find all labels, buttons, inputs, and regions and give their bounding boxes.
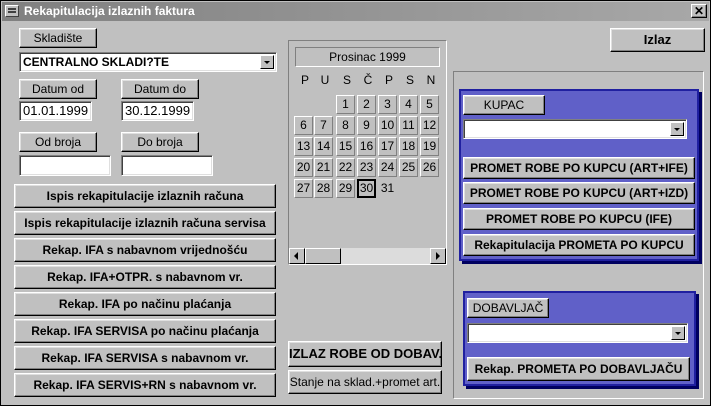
datum-od-input[interactable]: 01.01.1999	[19, 101, 92, 121]
calendar-day[interactable]: 31	[378, 179, 397, 198]
promet-kupac-art-ife-button[interactable]: PROMET ROBE PO KUPCU (ART+IFE)	[463, 157, 695, 179]
calendar-day[interactable]: 29	[336, 179, 355, 198]
chevron-down-icon[interactable]	[671, 326, 685, 340]
weekday-label: N	[426, 73, 436, 87]
window-menu-icon[interactable]	[5, 5, 19, 17]
dobavljac-panel: DOBAVLJAČ Rekap. PROMETA PO DOBAVLJAČU	[463, 291, 696, 386]
weekday-label: U	[320, 73, 330, 87]
calendar-day[interactable]: 27	[294, 179, 313, 198]
window-title: Rekapitulacija izlaznih faktura	[24, 4, 195, 18]
rekap-ifa-servis-rn-button[interactable]: Rekap. IFA SERVIS+RN s nabavnom vr.	[14, 373, 276, 397]
rekap-ifa-placanje-button[interactable]: Rekap. IFA po načinu plaćanja	[14, 292, 276, 316]
calendar-day[interactable]: 20	[294, 158, 313, 177]
od-broja-input[interactable]	[19, 155, 111, 176]
rekap-ifa-servisa-placanje-button[interactable]: Rekap. IFA SERVISA po načinu plaćanja	[14, 319, 276, 343]
calendar-day[interactable]: 3	[378, 95, 397, 114]
calendar-day-selected[interactable]: 30	[357, 179, 376, 198]
calendar-day[interactable]: 10	[378, 116, 397, 135]
calendar-day[interactable]: 12	[420, 116, 439, 135]
calendar-day[interactable]: 14	[314, 137, 333, 156]
izlaz-button[interactable]: Izlaz	[610, 28, 705, 52]
calendar-day[interactable]: 28	[314, 179, 333, 198]
calendar-day[interactable]: 7	[314, 116, 333, 135]
calendar-day[interactable]: 13	[294, 137, 313, 156]
weekday-label: S	[342, 73, 351, 87]
calendar-day[interactable]: 26	[420, 158, 439, 177]
weekday-label: S	[405, 73, 414, 87]
chevron-down-icon[interactable]	[670, 122, 684, 136]
calendar-day[interactable]: 19	[420, 137, 439, 156]
rekap-ifa-servisa-nabavna-button[interactable]: Rekap. IFA SERVISA s nabavnom vr.	[14, 346, 276, 370]
calendar-day[interactable]: 4	[399, 95, 418, 114]
datum-od-button[interactable]: Datum od	[19, 79, 97, 99]
calendar-day[interactable]: 22	[336, 158, 355, 177]
calendar-day[interactable]: 16	[357, 137, 376, 156]
rekap-prometa-dobavljac-button[interactable]: Rekap. PROMETA PO DOBAVLJAČU	[467, 357, 690, 381]
calendar-day[interactable]: 25	[399, 158, 418, 177]
do-broja-button[interactable]: Do broja	[121, 132, 199, 152]
kupac-button[interactable]: KUPAC	[463, 95, 545, 115]
title-bar: Rekapitulacija izlaznih faktura ✕	[2, 2, 709, 21]
calendar-day[interactable]: 15	[336, 137, 355, 156]
od-broja-button[interactable]: Od broja	[19, 132, 97, 152]
rekap-ifa-otpr-button[interactable]: Rekap. IFA+OTPR. s nabavnom vr.	[14, 265, 276, 289]
calendar-day[interactable]: 2	[357, 95, 376, 114]
weekday-label: P	[384, 73, 393, 87]
calendar-month-label: Prosinac 1999	[295, 47, 440, 67]
calendar-day[interactable]: 17	[378, 137, 397, 156]
weekday-label: Č	[363, 73, 373, 87]
promet-kupac-art-izd-button[interactable]: PROMET ROBE PO KUPCU (ART+IZD)	[463, 182, 695, 204]
skladiste-value: CENTRALNO SKLADI?TE	[23, 55, 169, 69]
rekap-prometa-kupac-button[interactable]: Rekapitulacija PROMETA PO KUPCU	[463, 234, 695, 256]
weekday-label: P	[300, 73, 309, 87]
calendar: Prosinac 1999 PUSČPSN 1 2 3 4 5 6 7 8 9 10 11 12 13 1…	[288, 40, 447, 265]
kupac-panel: KUPAC PROMET ROBE PO KUPCU (ART+IFE) PRO…	[459, 89, 699, 261]
ispis-rekap-izlaznih-button[interactable]: Ispis rekapitulacije izlaznih računa	[14, 184, 276, 208]
stanje-na-skladistu-button[interactable]: Stanje na sklad.+promet art.	[288, 370, 442, 394]
calendar-day[interactable]: 6	[294, 116, 313, 135]
report-window: Rekapitulacija izlaznih faktura ✕ Skladi…	[0, 0, 711, 406]
do-broja-input[interactable]	[121, 155, 213, 176]
promet-kupac-ife-button[interactable]: PROMET ROBE PO KUPCU (IFE)	[463, 208, 695, 230]
skladiste-select[interactable]: CENTRALNO SKLADI?TE	[19, 52, 277, 72]
scroll-thumb[interactable]	[305, 248, 341, 264]
close-button[interactable]: ✕	[691, 4, 707, 18]
ispis-rekap-servisa-button[interactable]: Ispis rekapitulacije izlaznih računa ser…	[14, 211, 276, 235]
scroll-right-icon[interactable]	[430, 248, 446, 264]
calendar-day[interactable]: 18	[399, 137, 418, 156]
datum-do-button[interactable]: Datum do	[121, 79, 199, 99]
calendar-day[interactable]: 23	[357, 158, 376, 177]
calendar-day[interactable]: 8	[336, 116, 355, 135]
calendar-day[interactable]: 21	[314, 158, 333, 177]
datum-do-input[interactable]: 30.12.1999	[121, 101, 194, 121]
chevron-down-icon[interactable]	[260, 55, 274, 69]
calendar-scrollbar[interactable]	[289, 248, 446, 264]
kupac-select[interactable]	[463, 119, 687, 139]
calendar-day[interactable]: 24	[378, 158, 397, 177]
calendar-day[interactable]: 9	[357, 116, 376, 135]
izlaz-robe-od-dobav-button[interactable]: IZLAZ ROBE OD DOBAV.	[288, 341, 442, 367]
scroll-left-icon[interactable]	[289, 248, 305, 264]
dobavljac-select[interactable]	[467, 323, 688, 343]
skladiste-button[interactable]: Skladište	[19, 28, 97, 48]
calendar-day[interactable]: 11	[399, 116, 418, 135]
rekap-ifa-nabavna-button[interactable]: Rekap. IFA s nabavnom vrijednošću	[14, 238, 276, 262]
dobavljac-button[interactable]: DOBAVLJAČ	[467, 298, 549, 318]
calendar-day[interactable]: 1	[336, 95, 355, 114]
calendar-day[interactable]: 5	[420, 95, 439, 114]
